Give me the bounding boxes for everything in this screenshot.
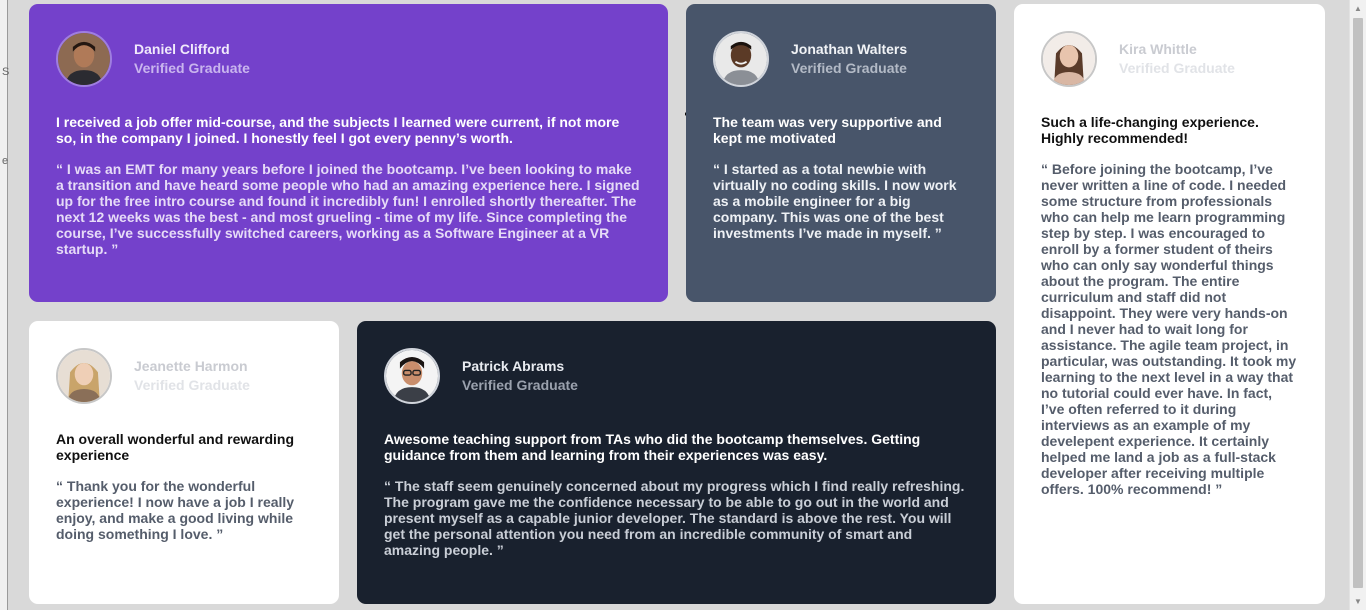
testimonial-card-kira: Kira Whittle Verified Graduate Such a li…: [1014, 4, 1325, 604]
scrollbar-thumb[interactable]: [1353, 18, 1363, 588]
testimonial-headline: Awesome teaching support from TAs who di…: [384, 431, 921, 463]
edge-text-fragment: S: [2, 66, 10, 78]
testimonial-card-jeanette: Jeanette Harmon Verified Graduate An ove…: [29, 321, 339, 604]
testimonial-headline: I received a job offer mid-course, and t…: [56, 114, 620, 146]
testimonial-role: Verified Graduate: [134, 60, 250, 76]
testimonial-header: Kira Whittle Verified Graduate: [1041, 31, 1298, 87]
testimonial-role: Verified Graduate: [791, 60, 907, 76]
testimonial-quote: “ Thank you for the wonderful experience…: [56, 478, 295, 542]
user-avatar-icon: [1041, 31, 1097, 87]
testimonial-header: Jonathan Walters Verified Graduate: [713, 31, 969, 87]
testimonial-header: Daniel Clifford Verified Graduate: [56, 31, 641, 87]
testimonial-name: Daniel Clifford: [134, 41, 230, 57]
user-avatar-icon: [713, 31, 769, 87]
testimonial-quote: “ I started as a total newbie with virtu…: [713, 161, 957, 241]
testimonial-headline: Such a life-changing experience. Highly …: [1041, 114, 1259, 146]
testimonial-role: Verified Graduate: [1119, 60, 1235, 76]
testimonial-name: Jonathan Walters: [791, 41, 908, 57]
testimonial-name: Kira Whittle: [1119, 41, 1197, 57]
testimonial-card-daniel: Daniel Clifford Verified Graduate I rece…: [29, 4, 668, 302]
testimonial-headline: An overall wonderful and rewarding exper…: [56, 431, 295, 463]
scroll-up-arrow-icon[interactable]: ▲: [1350, 0, 1366, 17]
testimonial-card-jonathan: Jonathan Walters Verified Graduate The t…: [686, 4, 996, 302]
testimonial-role: Verified Graduate: [462, 377, 578, 393]
vertical-scrollbar[interactable]: ▲ ▼: [1349, 0, 1366, 610]
testimonial-header: Jeanette Harmon Verified Graduate: [56, 348, 312, 404]
scroll-down-arrow-icon[interactable]: ▼: [1350, 593, 1366, 610]
testimonial-quote: “ The staff seem genuinely concerned abo…: [384, 478, 965, 558]
user-avatar-icon: [56, 31, 112, 87]
left-window-edge: S e: [0, 0, 10, 610]
testimonial-role: Verified Graduate: [134, 377, 250, 393]
user-avatar-icon: [56, 348, 112, 404]
testimonial-name: Patrick Abrams: [462, 358, 565, 374]
edge-text-fragment: e: [2, 155, 9, 167]
testimonial-quote: “ I was an EMT for many years before I j…: [56, 161, 640, 257]
testimonial-name: Jeanette Harmon: [134, 358, 248, 374]
testimonial-headline: The team was very supportive and kept me…: [713, 114, 942, 146]
testimonial-header: Patrick Abrams Verified Graduate: [384, 348, 969, 404]
user-avatar-icon: [384, 348, 440, 404]
testimonial-card-patrick: Patrick Abrams Verified Graduate Awesome…: [357, 321, 996, 604]
testimonial-quote: “ Before joining the bootcamp, I’ve neve…: [1041, 161, 1297, 497]
